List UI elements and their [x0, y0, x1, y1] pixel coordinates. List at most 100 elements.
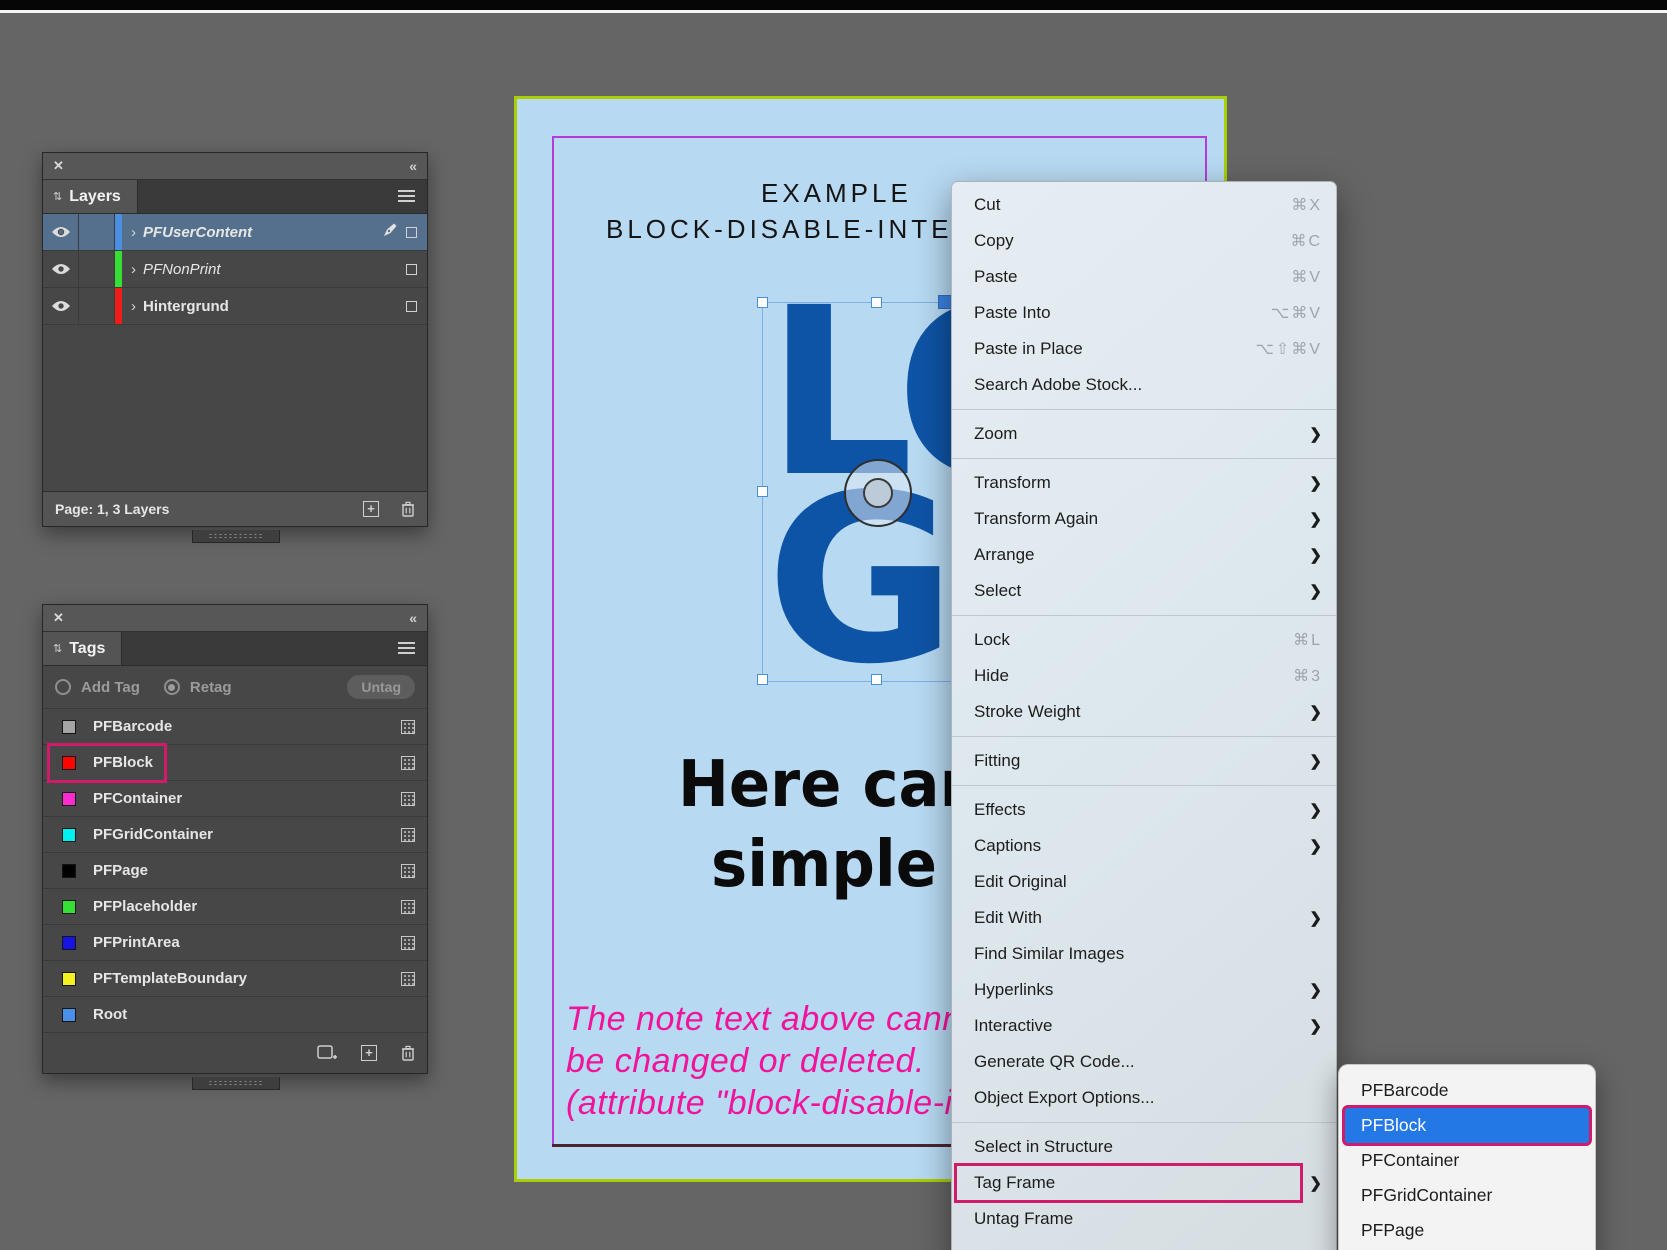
delete-layer-trash-icon[interactable] [401, 501, 415, 517]
menu-item-effects[interactable]: Effects ❯ [952, 792, 1336, 828]
layer-row-pfusercontent[interactable]: › PFUserContent [43, 214, 427, 251]
autotag-frame-icon[interactable] [401, 864, 415, 878]
autotag-frame-icon[interactable] [401, 756, 415, 770]
lock-cell[interactable] [79, 214, 115, 250]
doc-heading-line2[interactable]: BLOCK-DISABLE-INTE [606, 214, 953, 245]
expand-arrow-icon[interactable]: › [131, 224, 136, 241]
autotag-frame-icon[interactable] [401, 972, 415, 986]
lock-cell[interactable] [79, 251, 115, 287]
menu-item-hide[interactable]: Hide ⌘3 [952, 658, 1336, 694]
submenu-item-pfbarcode[interactable]: PFBarcode [1345, 1073, 1589, 1108]
tags-panel-title: Tags [69, 640, 105, 658]
untag-button[interactable]: Untag [347, 675, 415, 699]
tag-row-pfprintarea[interactable]: PFPrintArea [43, 925, 427, 961]
selection-handle-top-right[interactable] [938, 295, 952, 309]
menu-item-fitting[interactable]: Fitting ❯ [952, 743, 1336, 779]
layer-target-square[interactable] [406, 227, 417, 238]
menu-item-cut[interactable]: Cut ⌘X [952, 187, 1336, 223]
submenu-item-pfpage[interactable]: PFPage [1345, 1213, 1589, 1248]
autotag-frame-icon[interactable] [401, 900, 415, 914]
autotag-frame-icon[interactable] [401, 828, 415, 842]
menu-item-paste-into[interactable]: Paste Into ⌥⌘V [952, 295, 1336, 331]
selection-handle-bottom-left[interactable] [757, 674, 768, 685]
tab-tags[interactable]: ⇅ Tags [43, 632, 122, 665]
menu-item-interactive[interactable]: Interactive ❯ [952, 1008, 1336, 1044]
tags-panel-resize-grip[interactable] [192, 1077, 280, 1090]
lock-cell[interactable] [79, 288, 115, 324]
autotag-frame-icon[interactable] [401, 936, 415, 950]
note-text-line3[interactable]: (attribute "block-disable-i [566, 1084, 953, 1123]
new-tag-icon[interactable]: + [361, 1045, 377, 1061]
note-text-line2[interactable]: be changed or deleted. [566, 1042, 925, 1081]
tag-row-pftemplateboundary[interactable]: PFTemplateBoundary [43, 961, 427, 997]
visibility-cell[interactable] [43, 251, 79, 287]
autotag-frame-icon[interactable] [401, 792, 415, 806]
menu-item-lock[interactable]: Lock ⌘L [952, 622, 1336, 658]
menu-item-stroke-weight[interactable]: Stroke Weight ❯ [952, 694, 1336, 730]
tab-layers[interactable]: ⇅ Layers [43, 180, 138, 213]
menu-item-edit-with[interactable]: Edit With ❯ [952, 900, 1336, 936]
note-text-line1[interactable]: The note text above cann [566, 1000, 962, 1039]
doc-heading-line1[interactable]: EXAMPLE [761, 178, 912, 209]
submenu-item-pfgridcontainer[interactable]: PFGridContainer [1345, 1178, 1589, 1213]
menu-item-object-export-options[interactable]: Object Export Options... [952, 1080, 1336, 1116]
menu-item-edit-original[interactable]: Edit Original [952, 864, 1336, 900]
tag-row-pfpage[interactable]: PFPage [43, 853, 427, 889]
selection-handle-top-left[interactable] [757, 297, 768, 308]
selection-handle-middle-left[interactable] [757, 486, 768, 497]
layers-panel-resize-grip[interactable] [192, 530, 280, 543]
new-layer-icon[interactable]: + [363, 501, 379, 517]
menu-item-generate-qr-code[interactable]: Generate QR Code... [952, 1044, 1336, 1080]
submenu-item-pfcontainer[interactable]: PFContainer [1345, 1143, 1589, 1178]
layer-target-square[interactable] [406, 264, 417, 275]
layer-target-square[interactable] [406, 301, 417, 312]
tag-row-root[interactable]: Root [43, 997, 427, 1033]
tag-row-pfgridcontainer[interactable]: PFGridContainer [43, 817, 427, 853]
menu-item-select[interactable]: Select ❯ [952, 573, 1336, 609]
selection-handle-bottom-middle[interactable] [871, 674, 882, 685]
layers-empty-area [43, 325, 427, 491]
retag-frame-icon[interactable] [317, 1045, 337, 1061]
body-text-line1[interactable]: Here can [678, 748, 983, 822]
close-icon[interactable]: ✕ [53, 158, 64, 174]
tag-row-pfplaceholder[interactable]: PFPlaceholder [43, 889, 427, 925]
panel-menu-icon[interactable] [398, 190, 415, 203]
menu-item-find-similar-images[interactable]: Find Similar Images [952, 936, 1336, 972]
expand-arrow-icon[interactable]: › [131, 298, 136, 315]
selection-handle-top-middle[interactable] [871, 297, 882, 308]
menu-item-arrange[interactable]: Arrange ❯ [952, 537, 1336, 573]
menu-item-untag-frame[interactable]: Untag Frame [952, 1201, 1336, 1237]
tag-row-pfbarcode[interactable]: PFBarcode [43, 709, 427, 745]
body-text-line2[interactable]: simple t [711, 828, 987, 902]
menu-item-hyperlinks[interactable]: Hyperlinks ❯ [952, 972, 1336, 1008]
visibility-cell[interactable] [43, 214, 79, 250]
menu-item-transform[interactable]: Transform ❯ [952, 465, 1336, 501]
menu-item-copy[interactable]: Copy ⌘C [952, 223, 1336, 259]
layer-row-pfnonprint[interactable]: › PFNonPrint [43, 251, 427, 288]
delete-tag-trash-icon[interactable] [401, 1045, 415, 1061]
add-tag-radio[interactable] [55, 679, 71, 695]
tag-row-pfblock[interactable]: PFBlock [43, 745, 427, 781]
submenu-item-pfblock[interactable]: PFBlock [1345, 1108, 1589, 1143]
menu-item-zoom[interactable]: Zoom ❯ [952, 416, 1336, 452]
content-grabber-center-icon[interactable] [863, 478, 893, 508]
menu-item-select-in-structure[interactable]: Select in Structure [952, 1129, 1336, 1165]
menu-item-paste[interactable]: Paste ⌘V [952, 259, 1336, 295]
collapse-panel-icon[interactable]: « [409, 158, 417, 174]
panel-menu-icon[interactable] [398, 642, 415, 655]
tag-row-pfcontainer[interactable]: PFContainer [43, 781, 427, 817]
retag-radio[interactable] [164, 679, 180, 695]
visibility-cell[interactable] [43, 288, 79, 324]
menu-item-tag-frame[interactable]: Tag Frame ❯ [952, 1165, 1336, 1201]
collapse-panel-icon[interactable]: « [409, 610, 417, 626]
autotag-frame-icon[interactable] [401, 720, 415, 734]
layer-row-hintergrund[interactable]: › Hintergrund [43, 288, 427, 325]
layer-color-bar [115, 288, 122, 324]
menu-item-transform-again[interactable]: Transform Again ❯ [952, 501, 1336, 537]
menu-item-search-adobe-stock[interactable]: Search Adobe Stock... [952, 367, 1336, 403]
layers-status-text: Page: 1, 3 Layers [55, 501, 169, 517]
expand-arrow-icon[interactable]: › [131, 261, 136, 278]
menu-item-captions[interactable]: Captions ❯ [952, 828, 1336, 864]
menu-item-paste-in-place[interactable]: Paste in Place ⌥⇧⌘V [952, 331, 1336, 367]
close-icon[interactable]: ✕ [53, 610, 64, 626]
